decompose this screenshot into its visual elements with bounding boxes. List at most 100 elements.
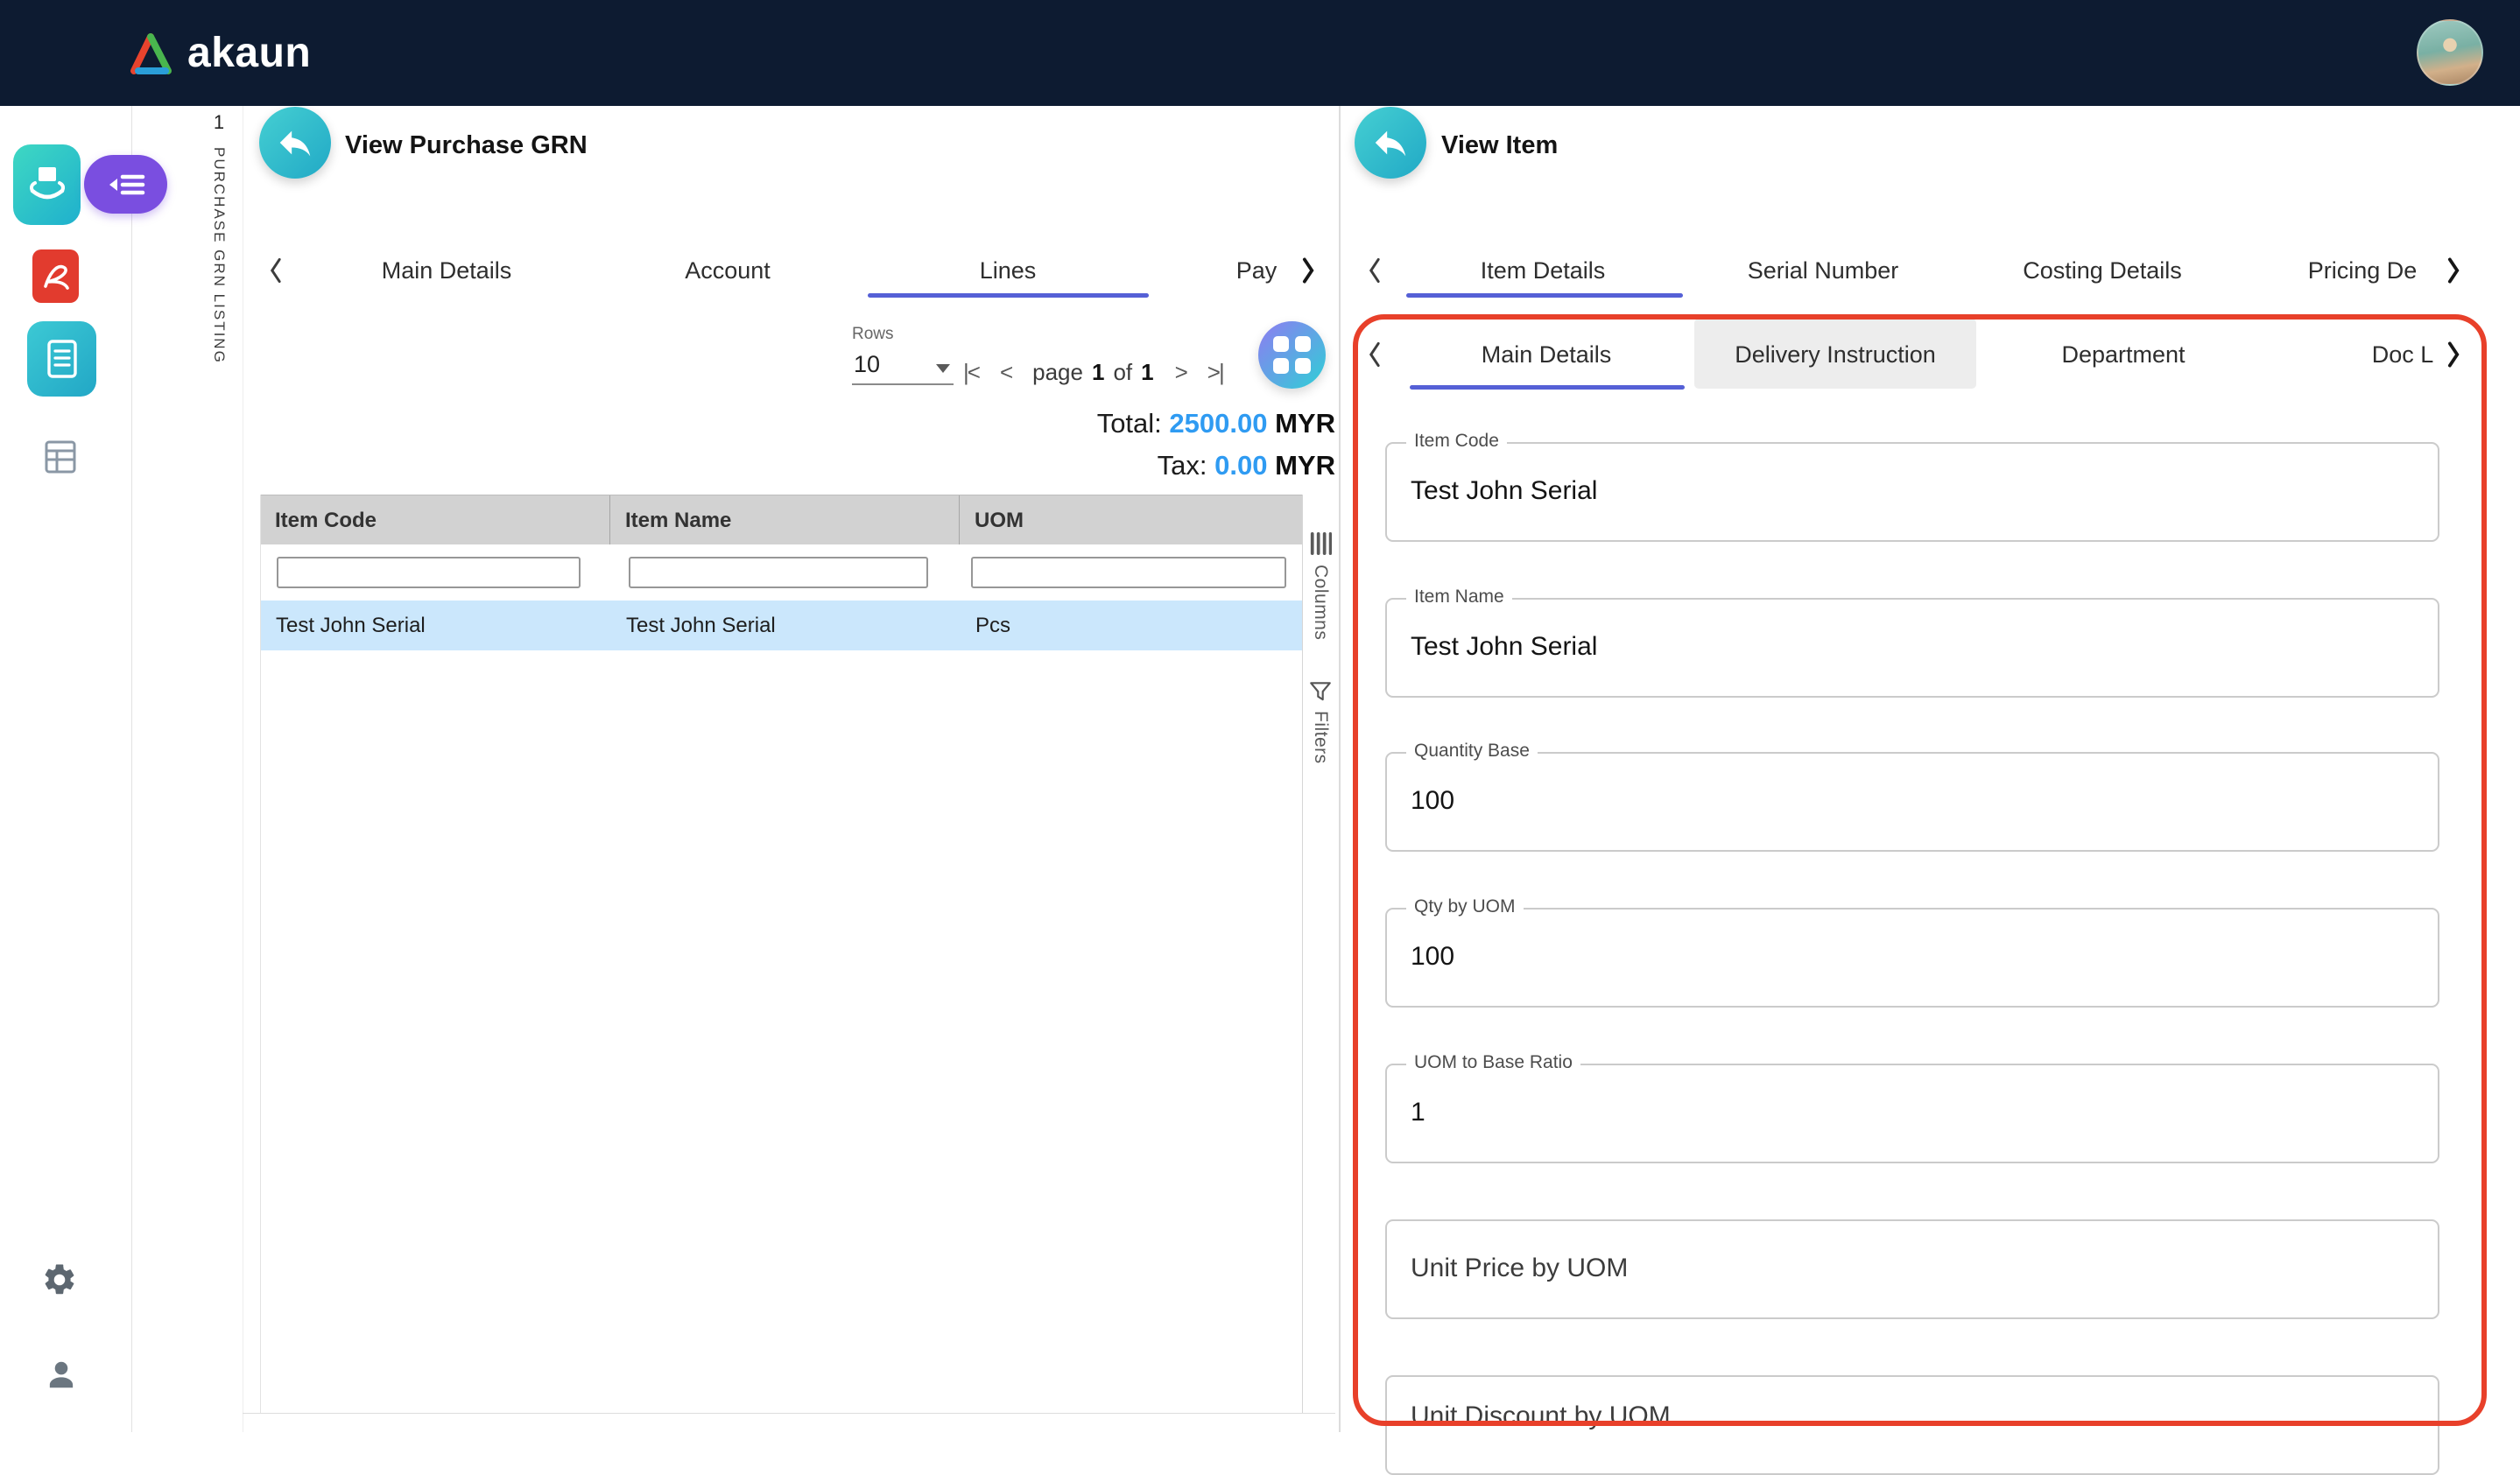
filters-tool[interactable]: Filters <box>1304 679 1337 764</box>
table-left-border <box>260 495 261 1413</box>
sidebar-collapse-button[interactable] <box>84 155 167 214</box>
brand-name: akaun <box>187 30 312 76</box>
quantity-base-field[interactable]: Quantity Base 100 <box>1385 741 2439 852</box>
left-card-bottom-border <box>243 1413 1335 1414</box>
sidebar-item-grn-module[interactable] <box>13 144 81 225</box>
panel-index: 1 <box>213 111 225 133</box>
settings-button[interactable] <box>41 1261 78 1298</box>
quantity-base-value: 100 <box>1411 786 1455 815</box>
sidebar-item-pdf[interactable] <box>32 249 79 303</box>
table-grid-icon <box>45 440 76 474</box>
uom-to-base-ratio-label: UOM to Base Ratio <box>1406 1052 1580 1073</box>
tabs-scroll-right-button[interactable] <box>1296 252 1319 293</box>
page-word: page <box>1032 358 1083 385</box>
unit-price-by-uom-placeholder: Unit Price by UOM <box>1411 1254 1629 1282</box>
tab-serial-number[interactable]: Serial Number <box>1748 255 1899 286</box>
uom-to-base-ratio-value: 1 <box>1411 1098 1425 1127</box>
brand-logo-icon <box>123 27 178 82</box>
module-vertical-label: PURCHASE GRN LISTING <box>211 147 228 364</box>
tabs-scroll-left-button[interactable] <box>265 252 288 293</box>
prev-page-button[interactable]: < <box>1000 359 1013 386</box>
unit-discount-by-uom-placeholder: Unit Discount by UOM <box>1411 1401 1671 1430</box>
tab-costing-details[interactable]: Costing Details <box>2023 255 2182 286</box>
active-subtab-underline <box>1410 385 1685 390</box>
table-header: Item Code Item Name UOM <box>260 495 1302 545</box>
sidebar-item-table[interactable] <box>43 437 78 477</box>
layout-grid-button[interactable] <box>1258 321 1326 389</box>
rows-per-page-value: 10 <box>854 351 881 377</box>
menu-indent-icon <box>109 174 144 194</box>
tab-pricing-details[interactable]: Pricing De <box>2308 255 2418 286</box>
item-name-field[interactable]: Item Name Test John Serial <box>1385 586 2439 698</box>
item-code-label: Item Code <box>1406 431 1507 452</box>
pdf-acrobat-icon <box>43 264 69 290</box>
item-name-filter-input[interactable] <box>629 557 928 588</box>
item-page-title: View Item <box>1441 131 1559 159</box>
hands-box-icon <box>29 167 65 200</box>
subtabs-scroll-right-button[interactable] <box>2441 336 2464 377</box>
reply-arrow-icon <box>279 130 311 157</box>
current-page: 1 <box>1091 358 1105 385</box>
back-button[interactable] <box>259 107 331 179</box>
reply-arrow-icon <box>1375 130 1406 157</box>
tax-label: Tax: <box>1157 450 1207 481</box>
sidebar-border <box>131 106 132 1432</box>
page-indicator: page 1 of 1 <box>1032 359 1153 386</box>
subtabs-scroll-left-button[interactable] <box>1364 336 1387 377</box>
item-code-filter-input[interactable] <box>277 557 581 588</box>
dashboard-grid-icon <box>1273 336 1311 374</box>
item-code-value: Test John Serial <box>1411 476 1598 505</box>
subtab-delivery-instruction[interactable]: Delivery Instruction <box>1735 339 1936 370</box>
funnel-icon <box>1310 682 1331 701</box>
qty-by-uom-field[interactable]: Qty by UOM 100 <box>1385 896 2439 1008</box>
active-tab-underline <box>868 293 1149 298</box>
item-code-field[interactable]: Item Code Test John Serial <box>1385 431 2439 542</box>
sidebar-item-listing[interactable] <box>27 321 96 397</box>
table-row[interactable]: Test John Serial Test John Serial Pcs <box>260 601 1302 650</box>
table-filter-row <box>260 544 1302 601</box>
item-back-button[interactable] <box>1355 107 1426 179</box>
account-button[interactable] <box>45 1356 78 1394</box>
uom-to-base-ratio-field[interactable]: UOM to Base Ratio 1 <box>1385 1052 2439 1163</box>
qty-by-uom-value: 100 <box>1411 942 1455 971</box>
topbar: akaun <box>0 0 2520 106</box>
tab-item-details[interactable]: Item Details <box>1481 255 1606 286</box>
of-word: of <box>1113 358 1133 385</box>
qty-by-uom-label: Qty by UOM <box>1406 896 1524 917</box>
total-pages: 1 <box>1141 358 1154 385</box>
cell-uom: Pcs <box>975 614 1011 637</box>
subtab-main-details[interactable]: Main Details <box>1482 339 1612 370</box>
subtab-department[interactable]: Department <box>2061 339 2185 370</box>
pagination: |< < page 1 of 1 > >| <box>963 352 1225 392</box>
item-tabs-scroll-left-button[interactable] <box>1364 252 1387 293</box>
person-icon <box>49 1361 74 1388</box>
next-page-button[interactable]: > <box>1175 359 1188 386</box>
app-root: akaun 1 PURCHASE GRN LISTING View Purcha… <box>0 0 2520 1475</box>
columns-tool[interactable]: Columns <box>1304 530 1337 640</box>
first-page-button[interactable]: |< <box>963 359 981 386</box>
total-label: Total: <box>1096 408 1162 439</box>
user-avatar[interactable] <box>2417 19 2483 86</box>
columns-tool-label: Columns <box>1311 565 1331 641</box>
column-header-item-code[interactable]: Item Code <box>260 495 610 545</box>
last-page-button[interactable]: >| <box>1207 359 1225 386</box>
column-header-uom[interactable]: UOM <box>960 495 1302 545</box>
tab-lines[interactable]: Lines <box>980 255 1037 286</box>
total-value: 2500.00 <box>1169 408 1268 439</box>
tax-value: 0.00 <box>1214 450 1268 481</box>
item-tabs-scroll-right-button[interactable] <box>2441 252 2464 293</box>
rows-per-page-select[interactable]: 10 <box>852 347 954 385</box>
quantity-base-label: Quantity Base <box>1406 741 1538 762</box>
tab-main-details[interactable]: Main Details <box>382 255 512 286</box>
unit-price-by-uom-field[interactable]: Unit Price by UOM <box>1385 1219 2439 1319</box>
table-right-border <box>1302 495 1303 1413</box>
uom-filter-input[interactable] <box>971 557 1286 588</box>
unit-discount-by-uom-field[interactable]: Unit Discount by UOM <box>1385 1375 2439 1475</box>
tab-payment[interactable]: Pay <box>1236 255 1278 286</box>
rows-per-page-label: Rows <box>852 325 894 343</box>
subtab-doc-link[interactable]: Doc L <box>2372 339 2434 370</box>
tab-account[interactable]: Account <box>685 255 771 286</box>
column-header-item-name[interactable]: Item Name <box>610 495 960 545</box>
item-name-label: Item Name <box>1406 586 1512 608</box>
panel-divider[interactable] <box>1339 106 1341 1432</box>
